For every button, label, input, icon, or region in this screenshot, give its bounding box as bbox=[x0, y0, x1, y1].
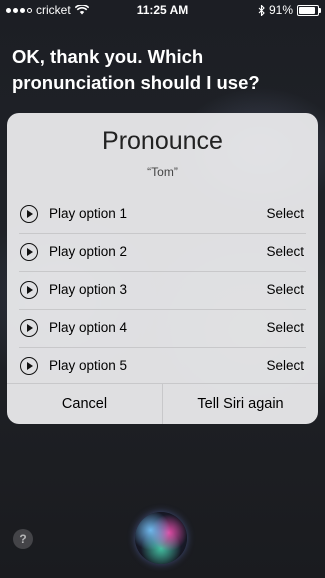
play-option-label[interactable]: Play option 3 bbox=[49, 282, 127, 297]
option-row-3[interactable]: Play option 3 Select bbox=[7, 271, 318, 309]
option-row-4[interactable]: Play option 4 Select bbox=[7, 309, 318, 347]
card-actions: Cancel Tell Siri again bbox=[7, 383, 318, 424]
help-icon[interactable]: ? bbox=[13, 529, 33, 549]
play-icon[interactable] bbox=[20, 319, 38, 337]
siri-response: OK, thank you. Which pronunciation shoul… bbox=[12, 46, 260, 93]
option-row-5[interactable]: Play option 5 Select bbox=[7, 347, 318, 385]
options-list: Play option 1 Select Play option 2 Selec… bbox=[7, 195, 318, 385]
bluetooth-icon bbox=[258, 4, 265, 16]
select-button[interactable]: Select bbox=[266, 282, 304, 297]
play-icon[interactable] bbox=[20, 243, 38, 261]
play-option-label[interactable]: Play option 4 bbox=[49, 320, 127, 335]
battery-percent: 91% bbox=[268, 3, 293, 17]
play-icon[interactable] bbox=[20, 205, 38, 223]
battery-icon bbox=[297, 4, 321, 16]
tell-siri-again-button[interactable]: Tell Siri again bbox=[163, 384, 318, 424]
cancel-button[interactable]: Cancel bbox=[7, 384, 162, 424]
play-option-label[interactable]: Play option 2 bbox=[49, 244, 127, 259]
select-button[interactable]: Select bbox=[266, 358, 304, 373]
play-option-label[interactable]: Play option 5 bbox=[49, 358, 127, 373]
select-button[interactable]: Select bbox=[266, 244, 304, 259]
play-icon[interactable] bbox=[20, 357, 38, 375]
card-title: Pronounce bbox=[102, 127, 223, 155]
status-bar: cricket 11:25 AM 91% bbox=[0, 0, 325, 20]
option-row-2[interactable]: Play option 2 Select bbox=[7, 233, 318, 271]
siri-orb-icon[interactable] bbox=[135, 512, 187, 564]
option-row-1[interactable]: Play option 1 Select bbox=[7, 195, 318, 233]
select-button[interactable]: Select bbox=[266, 206, 304, 221]
card-subtitle: “Tom” bbox=[147, 165, 178, 179]
play-icon[interactable] bbox=[20, 281, 38, 299]
play-option-label[interactable]: Play option 1 bbox=[49, 206, 127, 221]
pronounce-card: Pronounce “Tom” Play option 1 Select Pla… bbox=[7, 113, 318, 424]
select-button[interactable]: Select bbox=[266, 320, 304, 335]
